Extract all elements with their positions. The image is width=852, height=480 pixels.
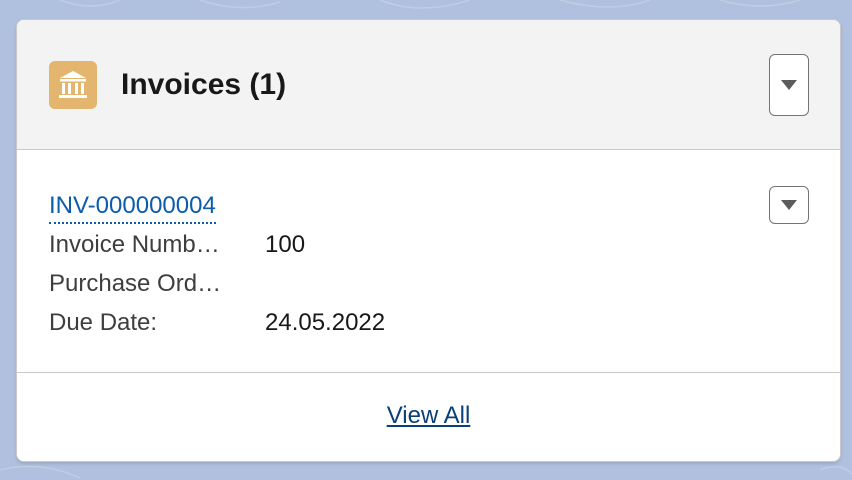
card-header: Invoices (1) <box>17 20 840 150</box>
field-value: 100 <box>265 231 306 258</box>
field-label: Purchase Ord… <box>49 270 222 297</box>
view-all-container: View All <box>17 400 840 432</box>
row-menu-button[interactable] <box>769 186 809 224</box>
bank-icon <box>49 61 97 109</box>
field-value: 24.05.2022 <box>265 309 386 336</box>
invoices-related-list-card: Invoices (1) INV-000000004 Invoice Numb…… <box>16 19 841 462</box>
record-link[interactable]: INV-000000004 <box>49 190 216 224</box>
field-label: Due Date: <box>49 309 158 336</box>
card-footer: View All <box>17 372 840 461</box>
view-all-link[interactable]: View All <box>387 402 471 429</box>
chevron-down-icon <box>781 200 797 210</box>
chevron-down-icon <box>781 80 797 90</box>
header-menu-button[interactable] <box>769 54 809 116</box>
card-title[interactable]: Invoices (1) <box>121 66 286 104</box>
field-label: Invoice Numb… <box>49 231 220 258</box>
